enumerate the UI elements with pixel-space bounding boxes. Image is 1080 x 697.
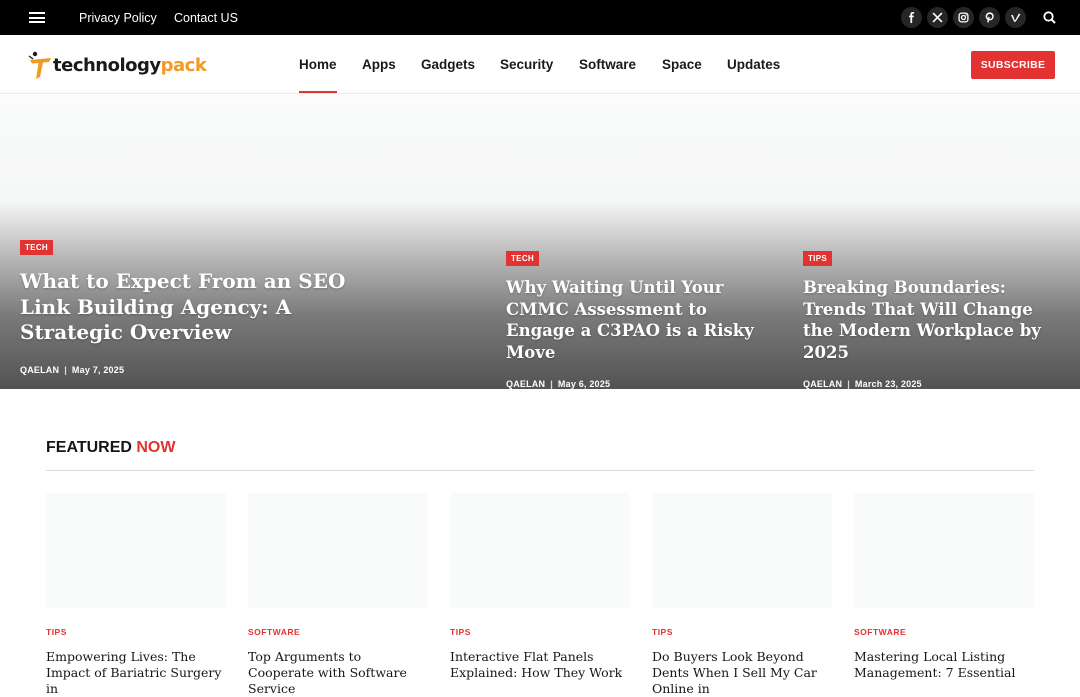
author[interactable]: QAELAN: [506, 379, 545, 389]
nav-space[interactable]: Space: [662, 57, 702, 72]
nav-apps[interactable]: Apps: [362, 57, 396, 72]
card-category[interactable]: TIPS: [46, 627, 226, 637]
facebook-icon[interactable]: [901, 7, 922, 28]
subscribe-button[interactable]: SUBSCRIBE: [971, 51, 1055, 79]
featured-heading-text: FEATURED: [46, 439, 132, 456]
logo-text-technology: technology: [53, 54, 161, 76]
hero-post-2[interactable]: TECH Why Waiting Until Your CMMC Assessm…: [486, 95, 783, 389]
card-category[interactable]: SOFTWARE: [248, 627, 428, 637]
top-bar: Privacy Policy Contact US: [0, 0, 1080, 35]
card-title[interactable]: Do Buyers Look Beyond Dents When I Sell …: [652, 649, 832, 697]
category-badge[interactable]: TIPS: [803, 251, 832, 266]
featured-card: SOFTWARE Mastering Local Listing Managem…: [854, 493, 1034, 681]
card-thumbnail[interactable]: [854, 493, 1034, 608]
instagram-icon[interactable]: [953, 7, 974, 28]
hero-title[interactable]: Breaking Boundaries: Trends That Will Ch…: [803, 277, 1065, 363]
card-category[interactable]: SOFTWARE: [854, 627, 1034, 637]
category-badge[interactable]: TECH: [506, 251, 539, 266]
post-meta: QAELAN | May 6, 2025: [506, 379, 611, 389]
featured-card: TIPS Interactive Flat Panels Explained: …: [450, 493, 630, 681]
privacy-policy-link[interactable]: Privacy Policy: [79, 11, 157, 25]
hero-title[interactable]: What to Expect From an SEO Link Building…: [20, 269, 380, 346]
logo-text-pack: pack: [160, 54, 207, 76]
card-thumbnail[interactable]: [652, 493, 832, 608]
card-category[interactable]: TIPS: [450, 627, 630, 637]
card-category[interactable]: TIPS: [652, 627, 832, 637]
featured-card: TIPS Empowering Lives: The Impact of Bar…: [46, 493, 226, 697]
site-header: technologypack Home Apps Gadgets Securit…: [0, 35, 1080, 94]
author[interactable]: QAELAN: [20, 365, 59, 375]
post-date: May 6, 2025: [557, 379, 611, 389]
hero-post-3[interactable]: TIPS Breaking Boundaries: Trends That Wi…: [783, 95, 1080, 389]
card-title[interactable]: Mastering Local Listing Management: 7 Es…: [854, 649, 1034, 681]
section-divider: [46, 470, 1034, 471]
author[interactable]: QAELAN: [803, 379, 842, 389]
contact-us-link[interactable]: Contact US: [174, 11, 238, 25]
logo-mark-icon: [28, 51, 51, 79]
featured-heading-accent: NOW: [136, 439, 176, 456]
nav-home[interactable]: Home: [299, 57, 337, 93]
x-icon[interactable]: [927, 7, 948, 28]
card-title[interactable]: Interactive Flat Panels Explained: How T…: [450, 649, 630, 681]
post-date: March 23, 2025: [854, 379, 922, 389]
featured-card: TIPS Do Buyers Look Beyond Dents When I …: [652, 493, 832, 697]
menu-icon[interactable]: [29, 12, 45, 23]
category-badge[interactable]: TECH: [20, 240, 53, 255]
post-meta: QAELAN | May 7, 2025: [20, 364, 125, 375]
featured-heading: FEATURED NOW: [46, 439, 175, 457]
pinterest-icon[interactable]: [979, 7, 1000, 28]
featured-card: SOFTWARE Top Arguments to Cooperate with…: [248, 493, 428, 697]
hero-post-1[interactable]: TECH What to Expect From an SEO Link Bui…: [0, 95, 486, 389]
card-title[interactable]: Empowering Lives: The Impact of Bariatri…: [46, 649, 226, 697]
card-thumbnail[interactable]: [248, 493, 428, 608]
hero-title[interactable]: Why Waiting Until Your CMMC Assessment t…: [506, 277, 768, 363]
card-thumbnail[interactable]: [46, 493, 226, 608]
search-icon[interactable]: [1043, 11, 1056, 24]
nav-software[interactable]: Software: [579, 57, 636, 72]
nav-security[interactable]: Security: [500, 57, 553, 72]
card-thumbnail[interactable]: [450, 493, 630, 608]
post-meta: QAELAN | March 23, 2025: [803, 379, 922, 389]
site-logo[interactable]: technologypack: [27, 49, 207, 81]
card-title[interactable]: Top Arguments to Cooperate with Software…: [248, 649, 428, 697]
nav-gadgets[interactable]: Gadgets: [421, 57, 475, 72]
vimeo-icon[interactable]: [1005, 7, 1026, 28]
nav-updates[interactable]: Updates: [727, 57, 780, 72]
post-date: May 7, 2025: [71, 364, 125, 375]
